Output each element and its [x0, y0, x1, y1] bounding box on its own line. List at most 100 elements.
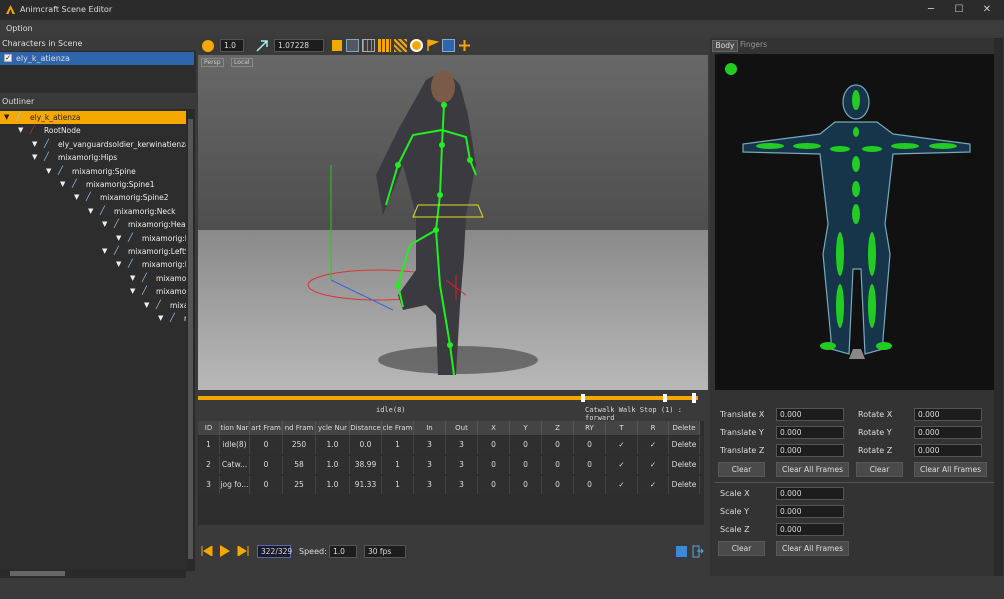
outliner-node[interactable]: ▼ ╱ mixa: [0, 299, 186, 312]
scale-field[interactable]: 0.000: [776, 505, 844, 518]
column-header[interactable]: cle Fram: [382, 421, 414, 435]
fps-select[interactable]: 30 fps: [364, 545, 406, 558]
rotate-field[interactable]: 0.000: [914, 444, 982, 457]
column-header[interactable]: X: [478, 421, 510, 435]
column-header[interactable]: Distance: [350, 421, 382, 435]
clip-marker[interactable]: [581, 394, 585, 402]
rotate-field[interactable]: 0.000: [914, 408, 982, 421]
skeleton-icon[interactable]: [442, 39, 455, 52]
scale-tool-icon[interactable]: [256, 40, 268, 52]
minimize-button[interactable]: ─: [924, 3, 938, 17]
delete-button[interactable]: Delete: [669, 436, 700, 454]
table-row[interactable]: 2 Catw... 0 58 1.0 38.99 1 3 3 0 0 0 0 ✓ ✓ Delete: [198, 456, 704, 475]
flag-icon[interactable]: [426, 39, 439, 52]
column-header[interactable]: Y: [510, 421, 542, 435]
expand-arrow-icon[interactable]: ▼: [18, 126, 23, 134]
scale-clear-button[interactable]: Clear: [718, 541, 765, 556]
outliner-node[interactable]: ▼ ╱ mixamorig:H: [0, 232, 186, 245]
move-icon[interactable]: [458, 39, 471, 52]
speed-dial-icon[interactable]: [202, 40, 214, 52]
outliner-hscrollbar[interactable]: [0, 569, 186, 578]
body-panel-scrollbar[interactable]: [994, 38, 1003, 576]
outliner-node[interactable]: ▼ ╱ mixamorig:Spine1: [0, 178, 186, 191]
play-icon[interactable]: [219, 545, 231, 557]
cube-icon[interactable]: [332, 40, 342, 51]
character-row[interactable]: ✓ ely_k_atienza: [0, 52, 194, 65]
translate-field[interactable]: 0.000: [776, 426, 844, 439]
table-row[interactable]: 1 idle(8) 0 250 1.0 0.0 1 3 3 0 0 0 0 ✓ ✓ Delete: [198, 436, 704, 455]
scale-clear-all-button[interactable]: Clear All Frames: [776, 541, 849, 556]
expand-arrow-icon[interactable]: ▼: [144, 301, 149, 309]
expand-arrow-icon[interactable]: ▼: [32, 140, 37, 148]
rotate-clear-all-button[interactable]: Clear All Frames: [914, 462, 987, 477]
clip-marker[interactable]: [663, 394, 667, 402]
scale-field[interactable]: 1.07228: [274, 39, 324, 52]
expand-arrow-icon[interactable]: ▼: [158, 314, 163, 322]
outliner-node[interactable]: ▼ ╱ mixamorig:LeftA: [0, 258, 186, 271]
outliner-node[interactable]: ▼ ╱ RootNode: [0, 124, 186, 137]
playhead[interactable]: [692, 393, 696, 403]
table-checkbox[interactable]: ✓: [638, 436, 669, 454]
timeline-bar[interactable]: [198, 396, 698, 400]
outliner-node[interactable]: ▼ ╱ mixamorig:Spine2: [0, 191, 186, 204]
outliner-node[interactable]: ▼ ╱ ely_vanguardsoldier_kerwinatienza_: [0, 138, 186, 151]
translate-clear-all-button[interactable]: Clear All Frames: [776, 462, 849, 477]
local-button[interactable]: Local: [231, 58, 253, 67]
persp-button[interactable]: Persp: [201, 58, 224, 67]
step-forward-icon[interactable]: [237, 546, 249, 556]
translate-field[interactable]: 0.000: [776, 444, 844, 457]
delete-button[interactable]: Delete: [669, 476, 700, 494]
tab-body[interactable]: Body: [712, 40, 738, 52]
export-icon[interactable]: [692, 545, 704, 558]
column-header[interactable]: nd Fram: [283, 421, 316, 435]
expand-arrow-icon[interactable]: ▼: [116, 234, 121, 242]
expand-arrow-icon[interactable]: ▼: [4, 113, 9, 121]
outliner-node[interactable]: ▼ ╱ mixamorig:LeftShou: [0, 245, 186, 258]
column-header[interactable]: art Fram: [250, 421, 283, 435]
table-checkbox[interactable]: ✓: [638, 456, 669, 474]
expand-arrow-icon[interactable]: ▼: [88, 207, 93, 215]
expand-arrow-icon[interactable]: ▼: [32, 153, 37, 161]
outliner-node[interactable]: ▼ ╱ mixamorig:Spine: [0, 165, 186, 178]
expand-arrow-icon[interactable]: ▼: [60, 180, 65, 188]
column-header[interactable]: ycle Nur: [316, 421, 350, 435]
expand-arrow-icon[interactable]: ▼: [46, 167, 51, 175]
expand-arrow-icon[interactable]: ▼: [102, 247, 107, 255]
column-header[interactable]: Out: [446, 421, 478, 435]
rotate-clear-button[interactable]: Clear: [856, 462, 903, 477]
character-checkbox[interactable]: ✓: [4, 54, 12, 62]
body-picker[interactable]: [715, 54, 998, 390]
maximize-button[interactable]: ☐: [952, 3, 966, 17]
outliner-node[interactable]: ▼ ╱ mixamo: [0, 285, 186, 298]
close-button[interactable]: ✕: [980, 3, 994, 17]
speed-field[interactable]: 1.0: [220, 39, 244, 52]
outliner-node[interactable]: ▼ ╱ mixamorig:Neck: [0, 205, 186, 218]
grid-icon[interactable]: [362, 39, 375, 52]
delete-button[interactable]: Delete: [669, 456, 700, 474]
expand-arrow-icon[interactable]: ▼: [116, 260, 121, 268]
column-header[interactable]: RY: [574, 421, 606, 435]
outliner-vscrollbar[interactable]: [186, 109, 195, 571]
table-checkbox[interactable]: ✓: [606, 476, 638, 494]
column-header[interactable]: ID: [198, 421, 220, 435]
table-checkbox[interactable]: ✓: [606, 436, 638, 454]
playback-speed-field[interactable]: 1.0: [329, 545, 357, 558]
column-header[interactable]: T: [606, 421, 638, 435]
tab-fingers[interactable]: Fingers: [740, 40, 770, 52]
outliner-node[interactable]: ▼ ╱ mixamorig:Hips: [0, 151, 186, 164]
translate-clear-button[interactable]: Clear: [718, 462, 765, 477]
scale-field[interactable]: 0.000: [776, 487, 844, 500]
outliner-node[interactable]: ▼ ╱ mixamorig:L: [0, 272, 186, 285]
checker-icon[interactable]: [394, 39, 407, 52]
save-icon[interactable]: [676, 546, 687, 557]
column-header[interactable]: In: [414, 421, 446, 435]
translate-field[interactable]: 0.000: [776, 408, 844, 421]
outliner-node[interactable]: ▼ ╱ r: [0, 312, 186, 325]
outliner-node[interactable]: ▼ ╱ ely_k_atienza: [0, 111, 186, 124]
3d-viewport[interactable]: Persp Local: [198, 55, 708, 390]
scale-field[interactable]: 0.000: [776, 523, 844, 536]
expand-arrow-icon[interactable]: ▼: [130, 287, 135, 295]
table-checkbox[interactable]: ✓: [606, 456, 638, 474]
wireframe-cube-icon[interactable]: [346, 39, 359, 52]
column-header[interactable]: Delete: [669, 421, 700, 435]
